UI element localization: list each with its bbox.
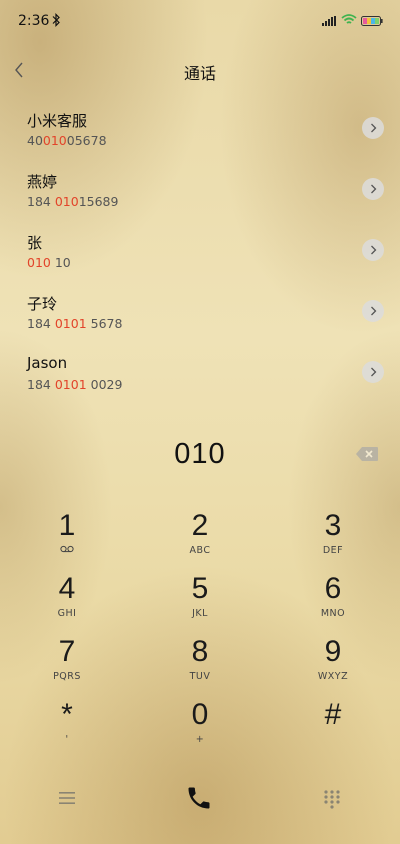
contact-list[interactable]: 小米客服 4001005678 燕婷 184 01015689 张 010 10… [0, 98, 400, 420]
phone-icon [188, 787, 210, 809]
key-digit: * [61, 698, 73, 731]
delete-button[interactable] [355, 446, 379, 462]
key-digit: 4 [58, 572, 76, 605]
key-digit: # [324, 698, 342, 731]
contact-detail-button[interactable] [362, 239, 384, 261]
call-button[interactable] [185, 784, 215, 814]
key-hash[interactable]: # [278, 699, 388, 755]
chevron-right-icon [370, 123, 376, 133]
backspace-icon [356, 447, 378, 461]
key-7[interactable]: 7 PQRS [12, 636, 122, 692]
number-match-highlight: 010 [42, 133, 67, 148]
key-letters: MNO [320, 608, 346, 619]
key-9[interactable]: 9 WXYZ [278, 636, 388, 692]
key-digit: 8 [191, 635, 209, 668]
key-digit: 1 [58, 509, 76, 542]
key-letters: ABC [189, 545, 211, 556]
key-digit: 5 [191, 572, 209, 605]
number-match-highlight: 0101 [54, 316, 87, 331]
key-star[interactable]: * ' [12, 699, 122, 755]
contact-row[interactable]: 燕婷 184 01015689 [0, 159, 400, 220]
title-bar: 通话 [0, 52, 400, 88]
key-digit: 2 [191, 509, 209, 542]
voicemail-icon [60, 545, 74, 553]
contact-number: 184 01015689 [27, 194, 119, 209]
key-1[interactable]: 1 [12, 510, 122, 566]
key-0[interactable]: 0 + [145, 699, 255, 755]
key-letters: PQRS [53, 671, 81, 682]
keypad-toggle-button[interactable] [323, 789, 343, 809]
key-letters: ' [65, 734, 69, 745]
contact-detail-button[interactable] [362, 178, 384, 200]
contact-name: Jason [27, 354, 68, 372]
signal-icon [322, 16, 336, 26]
key-digit: 0 [191, 698, 209, 731]
contact-number: 4001005678 [27, 133, 107, 148]
key-6[interactable]: 6 MNO [278, 573, 388, 629]
contact-name: 燕婷 [27, 173, 58, 191]
keypad-grid-icon [324, 790, 340, 809]
contact-row[interactable]: Jason 184 0101 0029 [0, 342, 400, 403]
key-8[interactable]: 8 TUV [145, 636, 255, 692]
key-letters: + [195, 734, 205, 745]
contact-detail-button[interactable] [362, 300, 384, 322]
bluetooth-icon [52, 13, 60, 27]
chevron-right-icon [370, 184, 376, 194]
contact-name: 子玲 [27, 295, 58, 313]
key-2[interactable]: 2 ABC [145, 510, 255, 566]
battery-icon [361, 16, 383, 26]
status-time: 2:36 [18, 13, 50, 29]
key-3[interactable]: 3 DEF [278, 510, 388, 566]
contact-row[interactable]: 子玲 184 0101 5678 [0, 281, 400, 342]
contact-number: 184 0101 5678 [27, 316, 123, 331]
wifi-icon [341, 14, 357, 24]
number-match-highlight: 0101 [54, 377, 87, 392]
key-letters [12, 545, 122, 557]
key-letters: DEF [322, 545, 344, 556]
contact-number: 184 0101 0029 [27, 377, 123, 392]
key-letters: JKL [192, 608, 208, 619]
key-letters: TUV [189, 671, 211, 682]
key-digit: 3 [324, 509, 342, 542]
key-digit: 6 [324, 572, 342, 605]
bottom-bar [0, 780, 400, 820]
key-letters [278, 734, 388, 746]
chevron-right-icon [370, 245, 376, 255]
number-match-highlight: 010 [27, 255, 51, 270]
contact-name: 张 [27, 234, 43, 252]
key-digit: 9 [324, 635, 342, 668]
menu-button[interactable] [58, 790, 78, 808]
dial-display: 010 [0, 434, 400, 478]
chevron-right-icon [370, 306, 376, 316]
number-match-highlight: 010 [54, 194, 79, 209]
key-4[interactable]: 4 GHI [12, 573, 122, 629]
menu-icon [59, 792, 75, 804]
status-bar: 2:36 [0, 0, 400, 44]
contact-detail-button[interactable] [362, 117, 384, 139]
contact-row[interactable]: 张 010 10 [0, 220, 400, 281]
key-digit: 7 [58, 635, 76, 668]
page-title: 通话 [183, 64, 216, 83]
contact-detail-button[interactable] [362, 361, 384, 383]
chevron-right-icon [370, 367, 376, 377]
key-letters: GHI [57, 608, 77, 619]
contact-row[interactable]: 小米客服 4001005678 [0, 98, 400, 159]
contact-name: 小米客服 [27, 112, 88, 130]
dialed-number: 010 [174, 438, 226, 470]
contact-number: 010 10 [27, 255, 71, 270]
key-letters: WXYZ [317, 671, 349, 682]
key-5[interactable]: 5 JKL [145, 573, 255, 629]
